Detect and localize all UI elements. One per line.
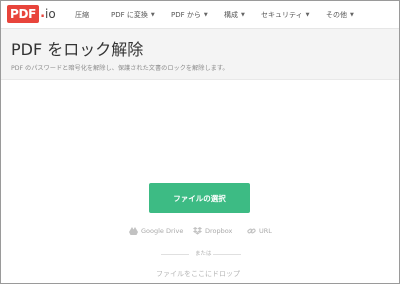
url-link[interactable]: URL bbox=[247, 226, 272, 236]
caret-down-icon: ▼ bbox=[305, 12, 310, 18]
dropbox-icon bbox=[193, 227, 202, 235]
url-label: URL bbox=[259, 227, 272, 235]
page-header: PDF をロック解除 PDF のパスワードと暗号化を解除し、保護された文書のロッ… bbox=[1, 29, 399, 80]
link-icon bbox=[247, 228, 256, 234]
or-label: または bbox=[195, 251, 212, 257]
divider-line bbox=[161, 254, 189, 255]
nav-label: 圧縮 bbox=[75, 11, 89, 19]
nav-label: セキュリティ bbox=[261, 11, 303, 19]
nav-item-convert-from-pdf[interactable]: PDF から ▼ bbox=[171, 10, 208, 20]
page-title: PDF をロック解除 bbox=[11, 40, 144, 59]
browser-frame: PDF. io 圧縮 PDF に変換 ▼ PDF から ▼ 構成 ▼ セキュリティ ▼ そ… bbox=[0, 0, 400, 284]
drop-zone-label[interactable]: ファイルをここにドロップ bbox=[156, 269, 240, 279]
google-drive-link[interactable]: Google Drive bbox=[129, 226, 183, 236]
top-navigation: PDF. io 圧縮 PDF に変換 ▼ PDF から ▼ 構成 ▼ セキュリティ ▼ そ… bbox=[1, 1, 399, 29]
nav-label: PDF に変換 bbox=[111, 11, 148, 19]
logo-mark: PDF bbox=[7, 5, 40, 23]
google-drive-icon bbox=[129, 227, 138, 235]
caret-down-icon: ▼ bbox=[203, 12, 208, 18]
page-subtitle: PDF のパスワードと暗号化を解除し、保護された文書のロックを解除します。 bbox=[11, 65, 229, 72]
caret-down-icon: ▼ bbox=[150, 12, 155, 18]
google-drive-label: Google Drive bbox=[141, 227, 184, 235]
nav-item-compress[interactable]: 圧縮 bbox=[75, 10, 89, 20]
logo-suffix: io bbox=[45, 7, 56, 21]
caret-down-icon: ▼ bbox=[350, 12, 354, 18]
pdfio-logo[interactable]: PDF. io bbox=[7, 5, 56, 23]
nav-item-more[interactable]: その他 ▼ bbox=[326, 10, 354, 20]
divider-line bbox=[213, 254, 241, 255]
nav-label: PDF から bbox=[171, 11, 201, 19]
nav-item-security[interactable]: セキュリティ ▼ bbox=[261, 10, 309, 20]
caret-down-icon: ▼ bbox=[241, 12, 245, 18]
nav-label: 構成 bbox=[224, 11, 238, 19]
nav-label: その他 bbox=[326, 11, 347, 19]
or-separator: または bbox=[161, 250, 241, 258]
dropbox-link[interactable]: Dropbox bbox=[193, 226, 232, 236]
dropbox-label: Dropbox bbox=[205, 227, 233, 235]
nav-item-convert-to-pdf[interactable]: PDF に変換 ▼ bbox=[111, 10, 155, 20]
nav-item-organize[interactable]: 構成 ▼ bbox=[224, 10, 245, 20]
choose-file-button[interactable]: ファイルの選択 bbox=[149, 183, 250, 213]
